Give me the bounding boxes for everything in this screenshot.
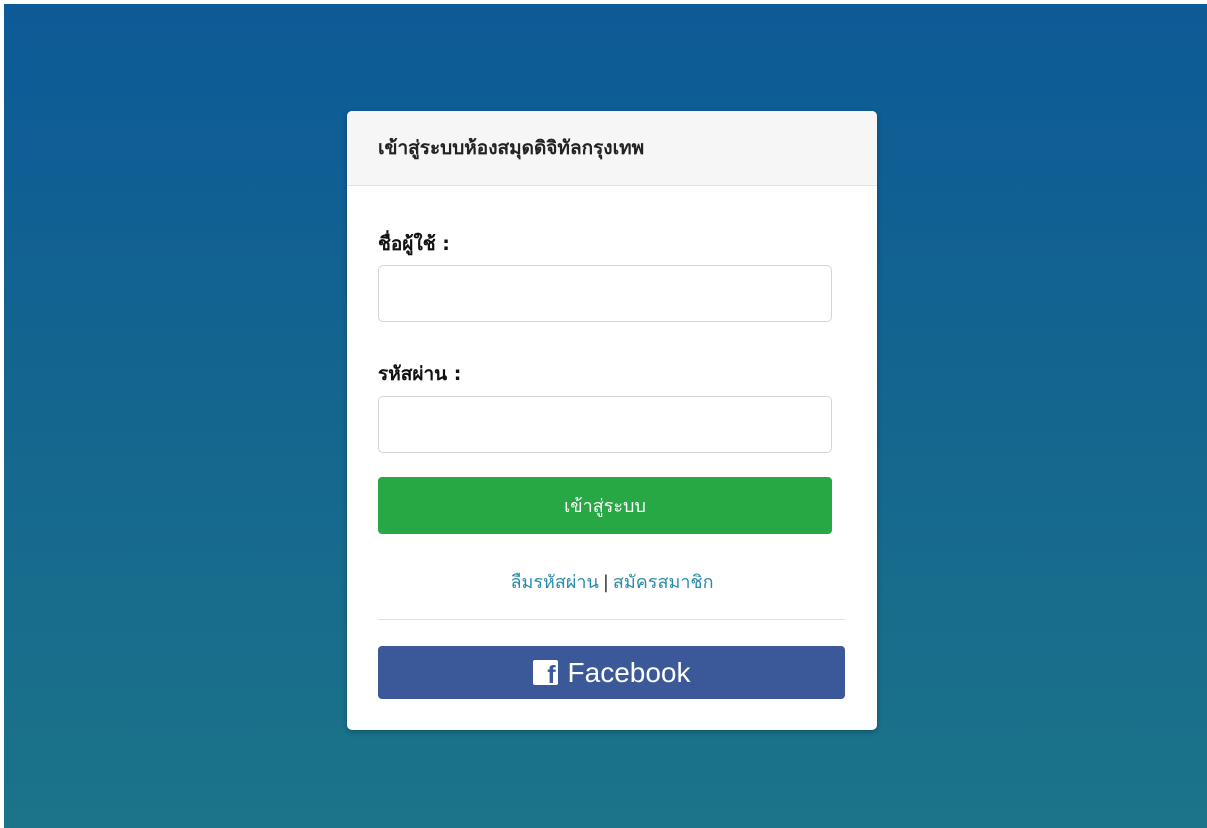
facebook-icon: f (532, 660, 558, 686)
username-label: ชื่อผู้ใช้ : (378, 233, 450, 255)
facebook-button-label: Facebook (567, 656, 691, 688)
username-input[interactable] (378, 265, 832, 322)
facebook-icon-glyph: f (547, 661, 556, 686)
login-button[interactable]: เข้าสู่ระบบ (378, 477, 832, 534)
forgot-password-link[interactable]: ลืมรหัสผ่าน (510, 572, 598, 593)
password-label: รหัสผ่าน : (378, 363, 462, 385)
register-link[interactable]: สมัครสมาชิก (613, 572, 714, 593)
login-card: เข้าสู่ระบบห้องสมุดดิจิทัลกรุงเทพ ชื่อผู… (347, 111, 877, 730)
divider (378, 619, 845, 620)
password-input[interactable] (378, 396, 832, 453)
link-separator: | (602, 572, 609, 593)
facebook-login-button[interactable]: f Facebook (378, 646, 845, 699)
account-links: ลืมรหัสผ่าน | สมัครสมาชิก (347, 567, 877, 596)
login-title: เข้าสู่ระบบห้องสมุดดิจิทัลกรุงเทพ (378, 137, 645, 159)
card-header: เข้าสู่ระบบห้องสมุดดิจิทัลกรุงเทพ (347, 111, 877, 186)
